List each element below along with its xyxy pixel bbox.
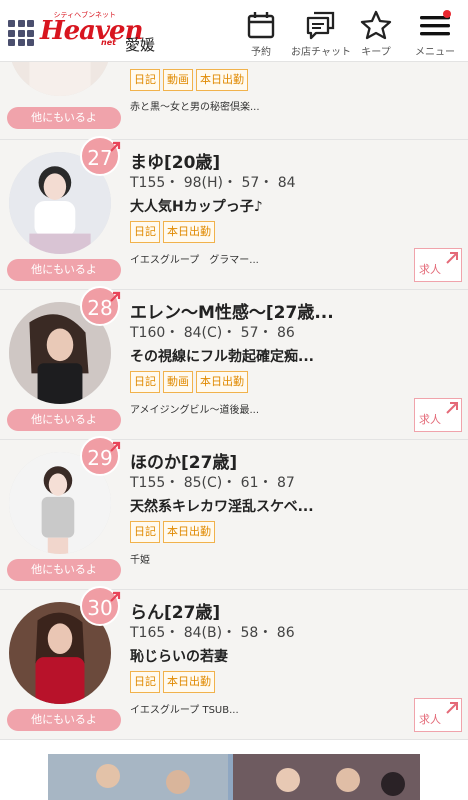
app-header: シティヘブンネット Heaven net 愛媛 予約 お店チャット キープ メニ… [0, 0, 468, 62]
girl-stats: T165・ 84(B)・ 58・ 86 [130, 625, 295, 641]
others-button[interactable]: 他にもいるよ [7, 559, 121, 581]
job-label: 求人 [419, 263, 441, 276]
arrow-up-right-icon [446, 702, 458, 714]
girl-name[interactable]: らん[27歳] [130, 598, 220, 623]
ad-banner[interactable] [0, 740, 468, 800]
logo-net: net [101, 38, 116, 47]
catch-copy: 天然系キレカワ淫乱スケベ... [130, 499, 314, 515]
banner-photo-icon [48, 754, 420, 800]
shop-name[interactable]: アメイジングビル〜道後最... [130, 401, 259, 416]
tag-diary: 日記 [130, 371, 160, 393]
girl-card[interactable]: 30 他にもいるよ らん[27歳] T165・ 84(B)・ 58・ 86 恥じ… [0, 586, 468, 740]
banner-image[interactable] [48, 754, 420, 800]
others-button[interactable]: 他にもいるよ [7, 709, 121, 731]
tag-today: 本日出勤 [196, 371, 248, 393]
shop-name[interactable]: 赤と黒〜女と男の秘密倶楽... [130, 98, 260, 113]
heaven-logo[interactable]: シティヘブンネット Heaven net [40, 10, 144, 54]
others-button[interactable]: 他にもいるよ [7, 409, 121, 431]
arrow-up-right-icon [110, 591, 121, 602]
arrow-up-right-icon [446, 252, 458, 264]
tag-diary: 日記 [130, 521, 160, 543]
girl-card[interactable]: 28 他にもいるよ エレン〜M性感〜[27歳... T160・ 84(C)・ 5… [0, 286, 468, 440]
girl-stats: T155・ 85(C)・ 61・ 87 [130, 475, 295, 491]
tag-list: 日記 動画 本日出勤 [130, 69, 248, 91]
girl-name[interactable]: エレン〜M性感〜[27歳... [130, 298, 334, 323]
shop-name[interactable]: イエスグループ グラマー... [130, 251, 259, 266]
shop-name[interactable]: イエスグループ TSUB... [130, 701, 239, 716]
tag-list: 日記 本日出勤 [130, 521, 215, 543]
menu-button[interactable]: メニュー [405, 10, 465, 62]
arrow-up-right-icon [110, 291, 121, 302]
reserve-label: 予約 [251, 47, 271, 58]
catch-copy: 大人気Hカップっ子♪ [130, 199, 263, 215]
star-icon [360, 10, 392, 40]
shop-chat-button[interactable]: お店チャット [289, 10, 353, 62]
girl-card[interactable]: 27 他にもいるよ まゆ[20歳] T155・ 98(H)・ 57・ 84 大人… [0, 136, 468, 290]
tag-video: 動画 [163, 69, 193, 91]
keep-button[interactable]: キープ [347, 10, 405, 62]
job-button[interactable]: 求人 [414, 248, 462, 282]
catch-copy: 恥じらいの若妻 [130, 649, 228, 665]
tag-today: 本日出勤 [196, 69, 248, 91]
tag-today: 本日出勤 [163, 221, 215, 243]
job-label: 求人 [419, 713, 441, 726]
others-button[interactable]: 他にもいるよ [7, 259, 121, 281]
job-button[interactable]: 求人 [414, 398, 462, 432]
job-button[interactable]: 求人 [414, 698, 462, 732]
girl-name[interactable]: ほのか[27歳] [130, 448, 237, 473]
chat-bubble-icon [306, 11, 335, 40]
tag-video: 動画 [163, 371, 193, 393]
calendar-icon [247, 12, 275, 39]
girl-card[interactable]: 29 他にもいるよ ほのか[27歳] T155・ 85(C)・ 61・ 87 天… [0, 436, 468, 590]
tag-list: 日記 動画 本日出勤 [130, 371, 248, 393]
catch-copy: その視線にフル勃起確定痴... [130, 349, 314, 365]
tag-diary: 日記 [130, 69, 160, 91]
keep-label: キープ [361, 47, 391, 58]
girl-stats: T160・ 84(C)・ 57・ 86 [130, 325, 295, 341]
reserve-button[interactable]: 予約 [232, 10, 290, 62]
shop-name[interactable]: 千姫 [130, 551, 150, 566]
chat-label: お店チャット [291, 47, 351, 58]
tag-list: 日記 本日出勤 [130, 671, 215, 693]
job-label: 求人 [419, 413, 441, 426]
tag-diary: 日記 [130, 671, 160, 693]
area-selector[interactable]: 愛媛 [125, 34, 155, 55]
others-button[interactable]: 他にもいるよ [7, 107, 121, 129]
tag-list: 日記 本日出勤 [130, 221, 215, 243]
girl-stats: T155・ 98(H)・ 57・ 84 [130, 175, 296, 191]
menu-label: メニュー [415, 47, 455, 58]
tag-today: 本日出勤 [163, 521, 215, 543]
notification-dot [443, 10, 451, 18]
arrow-up-right-icon [110, 441, 121, 452]
tag-today: 本日出勤 [163, 671, 215, 693]
arrow-up-right-icon [110, 141, 121, 152]
girl-name[interactable]: まゆ[20歳] [130, 148, 220, 173]
arrow-up-right-icon [446, 402, 458, 414]
tag-diary: 日記 [130, 221, 160, 243]
grid-menu-icon[interactable] [8, 20, 34, 46]
